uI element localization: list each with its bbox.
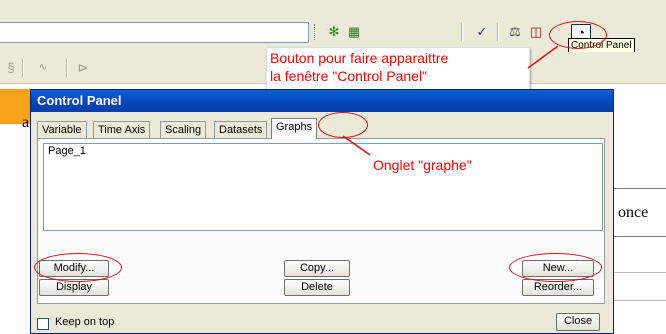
- tab-graphs[interactable]: Graphs: [271, 118, 318, 139]
- annotation-arrows: [342, 45, 559, 156]
- tab-note: Onglet "graphe": [373, 157, 472, 173]
- arrow-to-gauge-button: [527, 45, 559, 69]
- arrow-to-graphs-tab: [342, 135, 371, 156]
